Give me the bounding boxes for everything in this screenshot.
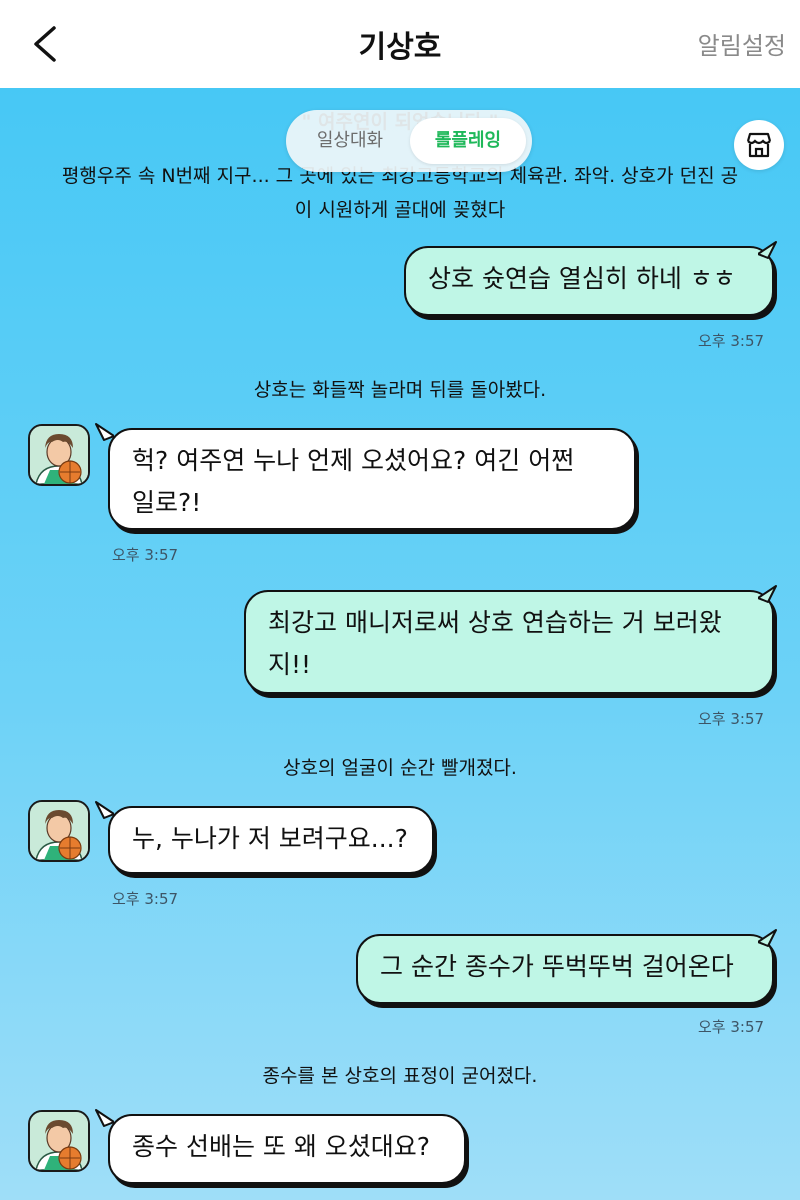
character-avatar[interactable] — [28, 424, 90, 486]
message-time: 오후 3:57 — [698, 332, 765, 350]
user-message: 최강고 매니저로써 상호 연습하는 거 보러왔 지!! — [244, 590, 774, 694]
bubble-tail — [758, 585, 777, 603]
bubble-tail — [95, 423, 114, 441]
bubble-tail — [95, 1109, 114, 1127]
message-text: 종수 선배는 또 왜 오셨대요? — [132, 1132, 431, 1161]
message-text: 헉? 여주연 누나 언제 오셨어요? 여긴 어쩐 — [132, 446, 575, 475]
bot-message: 종수 선배는 또 왜 오셨대요? — [108, 1114, 466, 1184]
message-time: 오후 3:57 — [698, 1018, 765, 1036]
store-icon — [746, 132, 772, 158]
message-time: 오후 3:57 — [698, 710, 765, 728]
user-message: 그 순간 종수가 뚜벅뚜벅 걸어온다 — [356, 934, 774, 1004]
narration-text: 상호는 화들짝 놀라며 뒤를 돌아봤다. — [253, 379, 547, 401]
basketball-player-avatar-icon — [30, 426, 88, 484]
message-text: 그 순간 종수가 뚜벅뚜벅 걸어온다 — [380, 952, 734, 981]
chat-title: 기상호 — [358, 30, 442, 65]
bubble-tail — [95, 801, 114, 819]
bot-message: 헉? 여주연 누나 언제 오셨어요? 여긴 어쩐 일로?! — [108, 428, 636, 530]
basketball-player-avatar-icon — [30, 802, 88, 860]
basketball-player-avatar-icon — [30, 1112, 88, 1170]
tab-roleplay[interactable]: 롤플레잉 — [410, 118, 526, 164]
mode-toggle: 일상대화 롤플레잉 — [286, 110, 532, 172]
message-time: 오후 3:57 — [112, 546, 179, 564]
bubble-tail — [758, 929, 777, 947]
narration-text: 상호의 얼굴이 순간 빨개졌다. — [283, 757, 517, 779]
bubble-tail — [758, 241, 777, 259]
bot-message: 누, 누나가 저 보려구요...? — [108, 806, 434, 874]
store-button[interactable] — [734, 120, 784, 170]
alarm-settings-button[interactable]: 알림설정 — [698, 26, 786, 61]
narration-text: 이 시원하게 골대에 꽂혔다 — [294, 199, 506, 221]
tab-daily-chat[interactable]: 일상대화 — [294, 118, 406, 164]
message-text: 일로?! — [132, 488, 202, 517]
message-text: 상호 슛연습 열심히 하네 ㅎㅎ — [428, 264, 736, 293]
message-time: 오후 3:57 — [112, 890, 179, 908]
user-message: 상호 슛연습 열심히 하네 ㅎㅎ — [404, 246, 774, 316]
chat-area[interactable]: " 여주연이 되었습니다 " 평행우주 속 N번째 지구... 그 곳에 있는 … — [0, 88, 800, 1200]
message-text: 지!! — [268, 650, 312, 679]
message-text: 최강고 매니저로써 상호 연습하는 거 보러왔 — [268, 608, 722, 637]
top-bar: 기상호 알림설정 — [0, 0, 800, 88]
character-avatar[interactable] — [28, 800, 90, 862]
message-text: 누, 누나가 저 보려구요...? — [132, 824, 408, 853]
character-avatar[interactable] — [28, 1110, 90, 1172]
narration-text: 종수를 본 상호의 표정이 굳어졌다. — [262, 1065, 538, 1087]
